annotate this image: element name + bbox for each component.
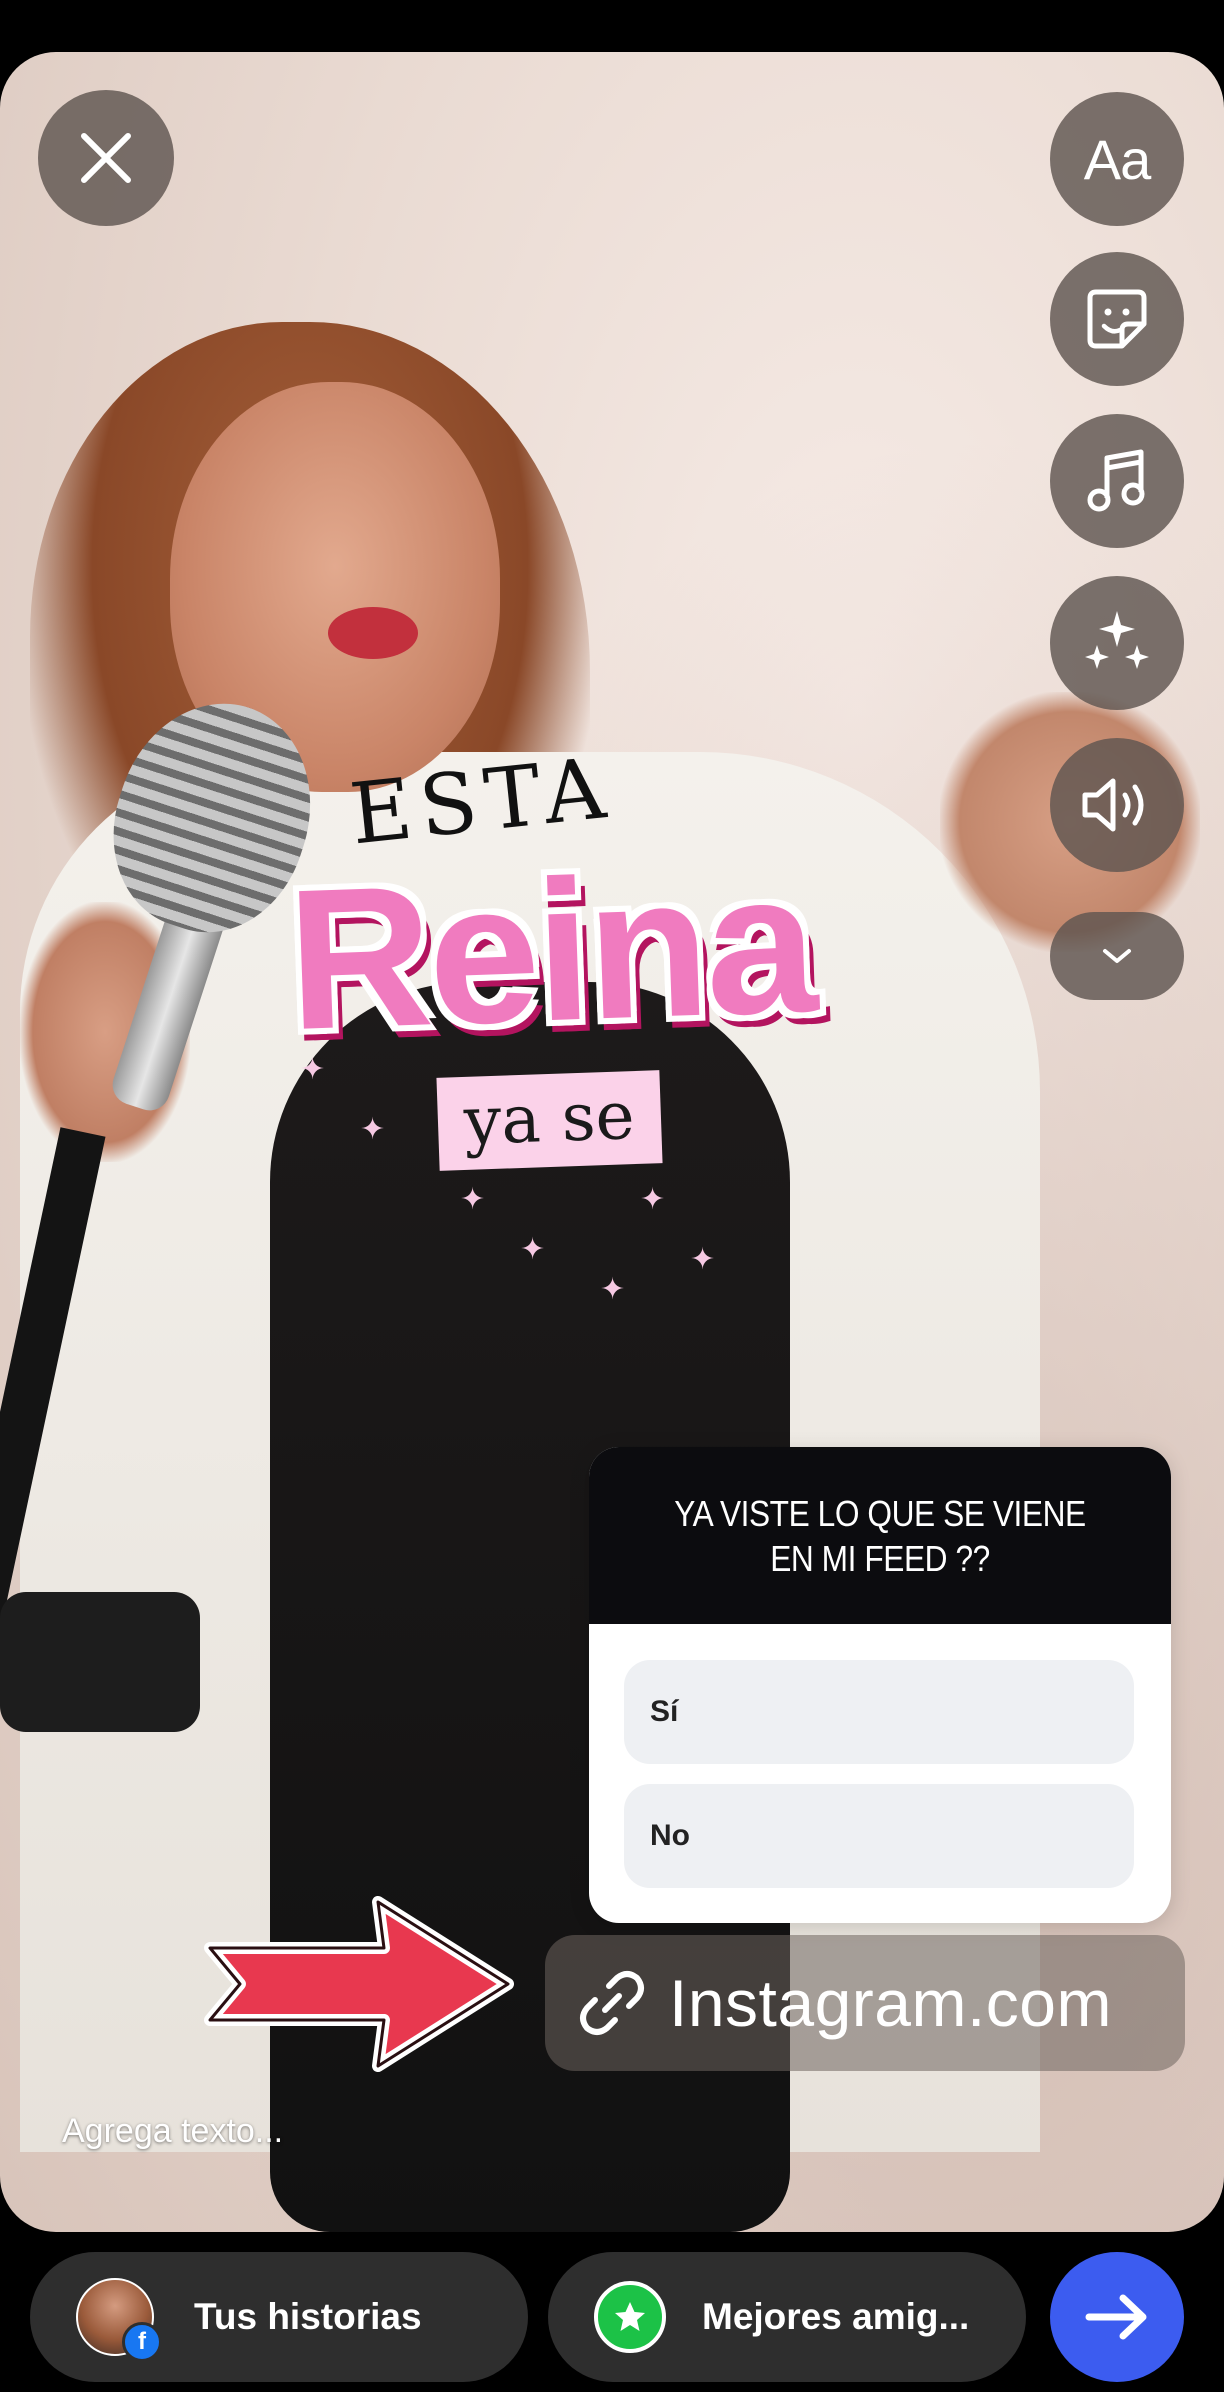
poll-option-yes[interactable]: Sí	[624, 1660, 1134, 1764]
sparkle-decoration: ✦	[520, 1233, 546, 1266]
link-sticker[interactable]: Instagram.com	[545, 1935, 1185, 2071]
sparkle-decoration: ✦	[360, 1113, 386, 1146]
facebook-icon: f	[122, 2322, 162, 2362]
effects-icon	[1085, 611, 1149, 669]
sound-tool-button[interactable]	[1050, 738, 1184, 872]
chevron-down-icon	[1103, 949, 1131, 963]
red-arrow-sticker[interactable]	[196, 1888, 526, 2078]
arrow-right-icon	[1085, 2294, 1147, 2340]
close-icon	[81, 133, 131, 183]
link-label: Instagram.com	[669, 1966, 1112, 2040]
sound-icon	[1082, 778, 1144, 832]
star-icon	[594, 2281, 666, 2353]
sparkle-decoration: ✦	[640, 1183, 666, 1216]
more-tools-button[interactable]	[1050, 912, 1184, 1000]
close-friends-label: Mejores amig...	[702, 2296, 970, 2337]
photo-mic-clamp	[0, 1592, 200, 1732]
poll-header: YA VISTE LO QUE SE VIENE EN MI FEED ??	[589, 1447, 1171, 1624]
your-story-label: Tus historias	[194, 2296, 422, 2337]
poll-question: YA VISTE LO QUE SE VIENE EN MI FEED ??	[674, 1492, 1086, 1579]
sticker-text-ya-se[interactable]: ya se	[436, 1070, 663, 1171]
your-story-button[interactable]: f Tus historias	[30, 2252, 528, 2382]
send-button[interactable]	[1050, 2252, 1184, 2382]
text-tool-button[interactable]: Aa	[1050, 92, 1184, 226]
text-icon: Aa	[1083, 127, 1151, 191]
link-icon	[580, 1971, 644, 2035]
sparkle-decoration: ✦	[600, 1273, 626, 1306]
caption-placeholder[interactable]: Agrega texto...	[62, 2112, 283, 2151]
music-icon	[1087, 449, 1145, 512]
sticker-text-reina[interactable]: Reina	[284, 831, 816, 1072]
close-friends-button[interactable]: Mejores amig...	[548, 2252, 1026, 2382]
poll-sticker[interactable]: YA VISTE LO QUE SE VIENE EN MI FEED ?? S…	[589, 1447, 1171, 1923]
sparkle-decoration: ✦	[690, 1243, 716, 1276]
avatar: f	[76, 2278, 162, 2362]
sticker-icon	[1087, 289, 1147, 349]
close-button[interactable]	[38, 90, 174, 226]
sparkle-decoration: ✦	[460, 1183, 486, 1216]
sticker-tool-button[interactable]	[1050, 252, 1184, 386]
poll-option-no[interactable]: No	[624, 1784, 1134, 1888]
effects-tool-button[interactable]	[1050, 576, 1184, 710]
photo-lips	[328, 607, 418, 659]
music-tool-button[interactable]	[1050, 414, 1184, 548]
